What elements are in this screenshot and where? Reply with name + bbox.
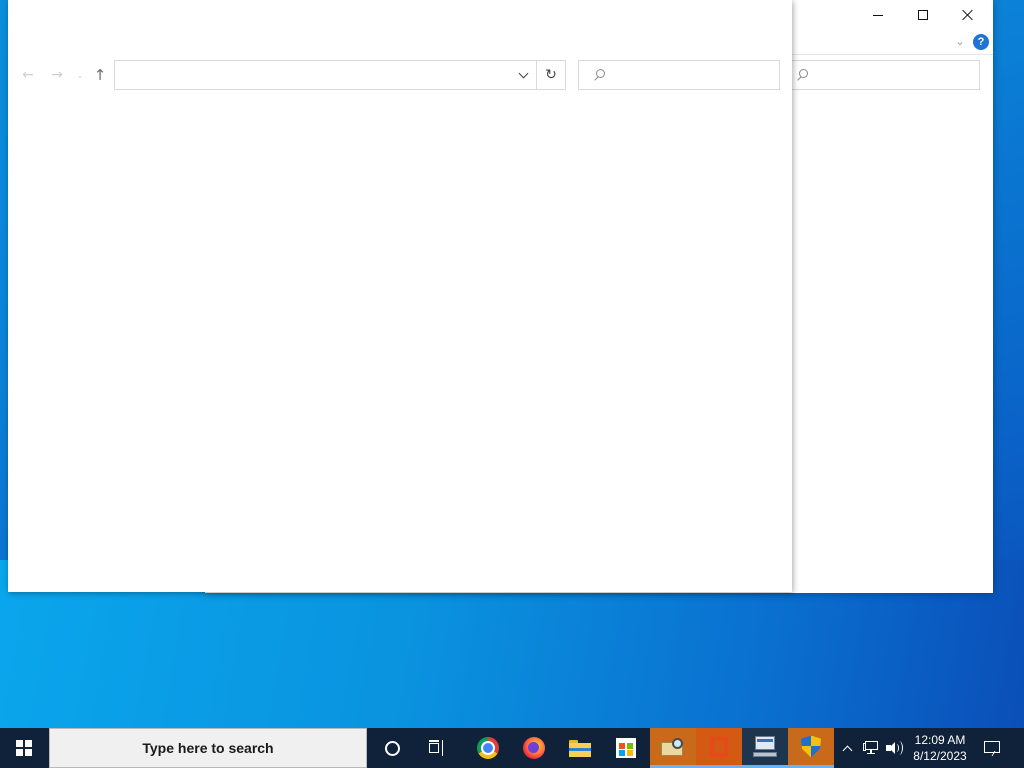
up-button[interactable]: ↑ xyxy=(91,66,109,84)
recent-locations-chevron-icon[interactable]: ⌄ xyxy=(74,66,86,84)
taskbar-security-app[interactable] xyxy=(788,728,834,768)
chevron-up-icon xyxy=(842,745,852,755)
action-center-button[interactable] xyxy=(978,728,1006,768)
search-icon xyxy=(592,68,606,82)
volume-icon xyxy=(886,741,904,755)
network-computer-icon xyxy=(753,735,777,758)
clock-time: 12:09 AM xyxy=(914,733,966,747)
forward-button[interactable]: → xyxy=(48,66,66,84)
close-icon xyxy=(962,9,974,21)
background-search-box[interactable] xyxy=(788,60,980,90)
clock-date: 8/12/2023 xyxy=(913,749,967,763)
minimize-button[interactable] xyxy=(855,0,901,30)
address-dropdown-button[interactable] xyxy=(510,61,536,89)
office-icon xyxy=(710,736,728,757)
close-button[interactable] xyxy=(945,0,991,30)
taskbar-network-app[interactable] xyxy=(742,728,788,768)
taskbar-microsoft-store[interactable] xyxy=(603,728,649,768)
refresh-button[interactable]: ↻ xyxy=(536,61,565,89)
help-icon[interactable]: ? xyxy=(973,34,989,50)
expand-ribbon-chevron-icon[interactable]: ⌄ xyxy=(953,34,967,48)
volume-tray-button[interactable] xyxy=(884,728,906,768)
taskbar-file-explorer[interactable] xyxy=(557,728,603,768)
show-hidden-icons-button[interactable] xyxy=(838,728,856,768)
notification-icon xyxy=(984,740,1000,756)
search-icon xyxy=(795,68,809,82)
maximize-button[interactable] xyxy=(900,0,946,30)
network-icon xyxy=(863,741,879,755)
chrome-icon xyxy=(477,737,499,759)
back-button[interactable]: ← xyxy=(19,66,37,84)
network-tray-button[interactable] xyxy=(860,728,882,768)
task-view-icon xyxy=(429,740,447,756)
start-button[interactable] xyxy=(0,728,48,768)
taskbar-office[interactable] xyxy=(696,728,742,768)
search-input[interactable] xyxy=(578,60,780,90)
taskbar-firefox[interactable] xyxy=(511,728,557,768)
taskbar-search-box[interactable]: Type here to search xyxy=(49,728,367,768)
chevron-down-icon xyxy=(518,68,528,78)
address-bar[interactable]: ↻ xyxy=(114,60,566,90)
shield-icon xyxy=(801,735,821,758)
cortana-button[interactable] xyxy=(369,728,415,768)
taskbar-chrome[interactable] xyxy=(465,728,511,768)
cortana-icon xyxy=(384,740,400,756)
task-view-button[interactable] xyxy=(415,728,461,768)
taskbar-app-folder-search[interactable] xyxy=(650,728,696,768)
maximize-icon xyxy=(918,10,928,20)
foreground-explorer-window[interactable]: ← → ⌄ ↑ ↻ xyxy=(8,0,792,592)
taskbar: Type here to search 12:09 AM 8/12/2023 xyxy=(0,728,1024,768)
windows-logo-icon xyxy=(16,740,32,756)
folder-icon xyxy=(569,739,591,757)
ribbon-divider xyxy=(790,54,993,55)
store-icon xyxy=(616,738,636,758)
clock[interactable]: 12:09 AM 8/12/2023 xyxy=(908,728,972,768)
folder-magnifier-icon xyxy=(661,737,685,756)
minimize-icon xyxy=(873,14,883,16)
firefox-icon xyxy=(523,737,545,759)
